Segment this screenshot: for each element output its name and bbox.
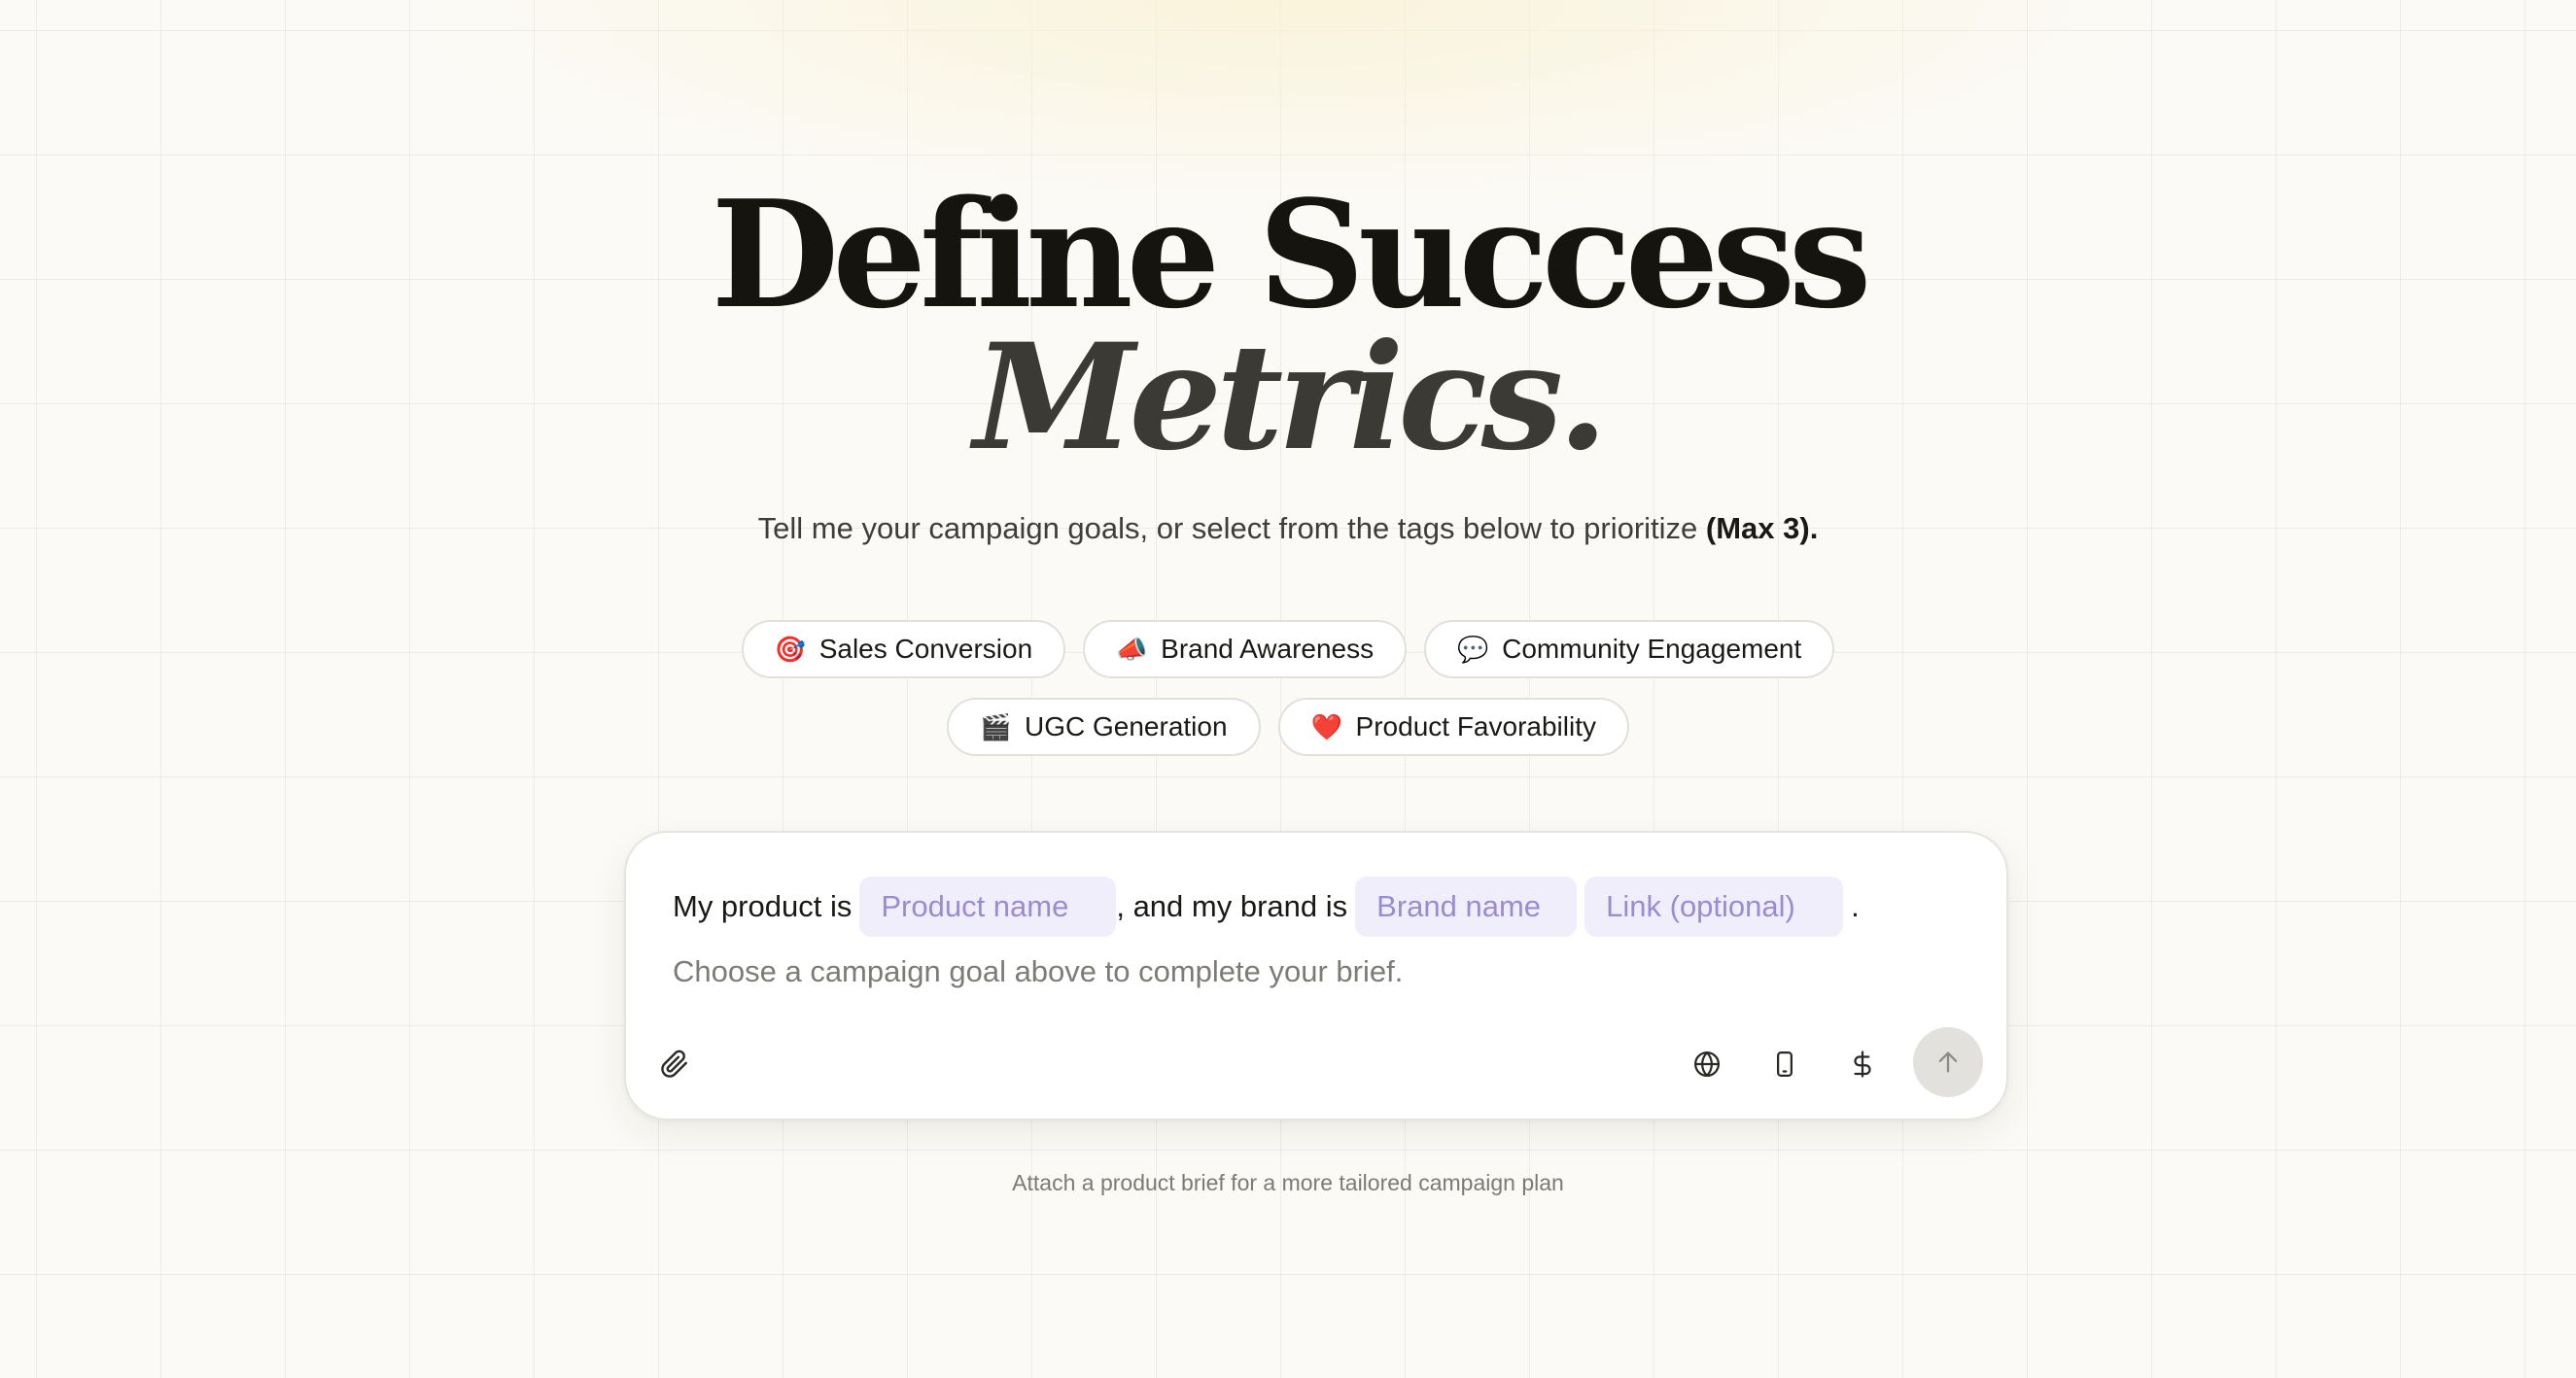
attach-hint: Attach a product brief for a more tailor…	[1012, 1170, 1564, 1195]
globe-icon	[1694, 1051, 1720, 1077]
tag-product-favorability[interactable]: ❤️ Product Favorability	[1277, 698, 1629, 756]
subtitle-text: Tell me your campaign goals, or select f…	[757, 511, 1706, 545]
subtitle-max-note: (Max 3).	[1705, 511, 1819, 545]
dollar-icon	[1854, 1051, 1871, 1078]
tag-label: Community Engagement	[1502, 634, 1802, 664]
goal-tags-row-1: 🎯 Sales Conversion 📣 Brand Awareness 💬 C…	[0, 620, 2576, 678]
tag-brand-awareness[interactable]: 📣 Brand Awareness	[1083, 620, 1408, 678]
heart-icon: ❤️	[1310, 712, 1342, 741]
brand-link-input[interactable]	[1584, 877, 1844, 937]
tag-sales-conversion[interactable]: 🎯 Sales Conversion	[741, 620, 1066, 678]
attach-button[interactable]	[647, 1037, 702, 1091]
mobile-button[interactable]	[1758, 1037, 1812, 1091]
arrow-up-icon	[1938, 1051, 1958, 1073]
tag-label: Brand Awareness	[1161, 634, 1375, 664]
brief-hint: Choose a campaign goal above to complete…	[673, 954, 1404, 988]
tag-label: Sales Conversion	[818, 634, 1033, 664]
target-icon: 🎯	[774, 635, 807, 664]
brief-composer: My product is , and my brand is . Choose…	[624, 831, 2008, 1120]
brand-name-input[interactable]	[1355, 877, 1578, 937]
product-name-input[interactable]	[859, 877, 1117, 937]
clapperboard-icon: 🎬	[980, 712, 1012, 741]
budget-button[interactable]	[1835, 1037, 1890, 1091]
page-title-emphasis: Metrics.	[973, 312, 1609, 483]
brief-prefix: My product is	[673, 889, 853, 923]
tag-community-engagement[interactable]: 💬 Community Engagement	[1424, 620, 1835, 678]
brief-sentence: My product is , and my brand is .	[673, 877, 1860, 937]
page-title: Define Success	[711, 167, 1871, 341]
paperclip-icon	[661, 1050, 687, 1078]
brief-suffix: .	[1851, 889, 1860, 923]
megaphone-icon: 📣	[1116, 635, 1148, 664]
speech-bubble-icon: 💬	[1457, 635, 1489, 664]
tag-label: Product Favorability	[1355, 711, 1596, 741]
brief-middle: , and my brand is	[1116, 889, 1348, 923]
send-button[interactable]	[1913, 1027, 1983, 1097]
page-subtitle: Tell me your campaign goals, or select f…	[0, 509, 2576, 548]
mobile-phone-icon	[1777, 1051, 1793, 1077]
globe-button[interactable]	[1680, 1037, 1734, 1091]
goal-tags-row-2: 🎬 UGC Generation ❤️ Product Favorability	[0, 698, 2576, 756]
tag-ugc-generation[interactable]: 🎬 UGC Generation	[947, 698, 1261, 756]
tag-label: UGC Generation	[1025, 711, 1228, 741]
